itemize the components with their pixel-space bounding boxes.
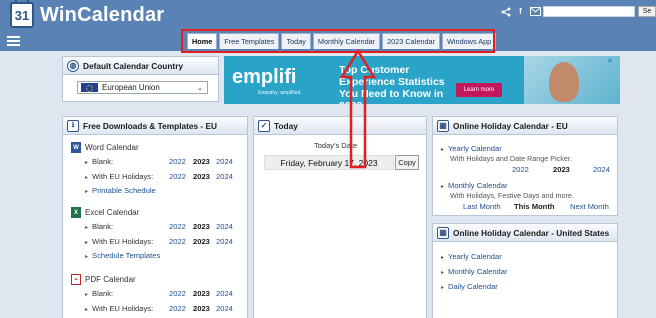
downloads-panel: ⭳ Free Downloads & Templates - EU W Word… — [62, 116, 248, 318]
copy-button[interactable]: Copy — [395, 155, 419, 170]
eu-yearly-2022-link[interactable]: 2022 — [512, 165, 529, 174]
globe-icon: ◍ — [67, 59, 79, 72]
calendar-grid-icon: ▦ — [437, 119, 449, 132]
downloads-panel-title: Free Downloads & Templates - EU — [83, 120, 218, 131]
pdf-blank-2022-link[interactable]: 2022 — [169, 289, 186, 298]
calendar-grid-icon: ▦ — [437, 226, 449, 239]
country-panel-header: ◍ Default Calendar Country — [63, 57, 218, 75]
excel-calendar-link[interactable]: Excel Calendar — [85, 208, 139, 217]
excel-holidays-2024-link[interactable]: 2024 — [216, 237, 233, 246]
eu-yearly-calendar-link[interactable]: Yearly Calendar — [441, 144, 502, 153]
holiday-us-panel-header: ▦ Online Holiday Calendar - United State… — [433, 224, 617, 242]
excel-blank-2024-link[interactable]: 2024 — [216, 222, 233, 231]
share-icon[interactable] — [500, 6, 511, 17]
facebook-icon[interactable]: f — [515, 6, 526, 17]
logo-text: WinCalendar — [40, 3, 165, 26]
word-blank-2024-link[interactable]: 2024 — [216, 157, 233, 166]
pdf-blank-2023-link[interactable]: 2023 — [193, 289, 210, 298]
chevron-down-icon: ⌄ — [197, 84, 203, 92]
eu-yearly-2024-link[interactable]: 2024 — [593, 165, 610, 174]
word-icon: W — [71, 142, 81, 153]
country-panel: ◍ Default Calendar Country European Unio… — [62, 56, 219, 102]
site-logo[interactable]: 31 WinCalendar — [10, 0, 165, 28]
menu-icon[interactable] — [7, 36, 20, 46]
search-button[interactable]: Se — [638, 6, 656, 17]
ad-close-icon[interactable]: ✕ — [605, 57, 615, 67]
word-calendar-link[interactable]: Word Calendar — [85, 143, 139, 152]
ad-tagline: Empathy. amplified. — [258, 90, 302, 96]
checkbox-calendar-icon: ✓ — [258, 119, 270, 132]
pdf-holidays-2024-link[interactable]: 2024 — [216, 304, 233, 313]
excel-calendar-row[interactable]: X Excel Calendar — [71, 207, 139, 218]
excel-blank-2023-link[interactable]: 2023 — [193, 222, 210, 231]
logo-number: 31 — [14, 7, 30, 23]
holiday-eu-panel-header: ▦ Online Holiday Calendar - EU — [433, 117, 617, 135]
downloads-panel-header: ⭳ Free Downloads & Templates - EU — [63, 117, 247, 135]
calendar-logo-icon: 31 — [10, 0, 34, 28]
advertisement-banner[interactable]: emplifi Empathy. amplified. Top Customer… — [224, 56, 620, 104]
search-input[interactable] — [543, 6, 635, 17]
us-yearly-calendar-link[interactable]: Yearly Calendar — [441, 252, 502, 261]
email-icon[interactable] — [530, 6, 541, 17]
excel-holidays-2023-link[interactable]: 2023 — [193, 237, 210, 246]
excel-holidays-label: With EU Holidays: — [85, 237, 153, 246]
excel-blank-label: Blank: — [85, 222, 113, 231]
holiday-us-panel: ▦ Online Holiday Calendar - United State… — [432, 223, 618, 318]
us-monthly-calendar-link[interactable]: Monthly Calendar — [441, 267, 508, 276]
country-select-value: European Union — [102, 83, 160, 92]
schedule-templates-link[interactable]: Schedule Templates — [85, 251, 160, 260]
pdf-blank-2024-link[interactable]: 2024 — [216, 289, 233, 298]
word-holidays-label: With EU Holidays: — [85, 172, 153, 181]
ad-person-image — [549, 62, 579, 102]
download-icon: ⭳ — [67, 119, 79, 132]
word-blank-2023-link[interactable]: 2023 — [193, 157, 210, 166]
eu-this-month-link[interactable]: This Month — [514, 202, 555, 211]
excel-icon: X — [71, 207, 81, 218]
ad-brand: emplifi — [232, 66, 297, 88]
pdf-holidays-2022-link[interactable]: 2022 — [169, 304, 186, 313]
us-daily-calendar-link[interactable]: Daily Calendar — [441, 282, 498, 291]
eu-next-month-link[interactable]: Next Month — [570, 202, 609, 211]
country-panel-title: Default Calendar Country — [83, 60, 184, 71]
social-links: f — [500, 6, 541, 17]
pdf-icon: ⌁ — [71, 274, 81, 285]
eu-yearly-2023-link[interactable]: 2023 — [553, 165, 570, 174]
word-holidays-2022-link[interactable]: 2022 — [169, 172, 186, 181]
today-panel-title: Today — [274, 120, 298, 131]
ad-learn-more-button[interactable]: Learn more — [456, 83, 502, 97]
eu-yearly-description: With Holidays and Date Range Picker. — [450, 154, 572, 163]
pdf-blank-label: Blank: — [85, 289, 113, 298]
word-holidays-2024-link[interactable]: 2024 — [216, 172, 233, 181]
pdf-calendar-link[interactable]: PDF Calendar — [85, 275, 136, 284]
pdf-holidays-2023-link[interactable]: 2023 — [193, 304, 210, 313]
eu-last-month-link[interactable]: Last Month — [463, 202, 501, 211]
holiday-eu-panel: ▦ Online Holiday Calendar - EU Yearly Ca… — [432, 116, 618, 216]
up-arrow-annotation — [339, 49, 377, 169]
word-blank-label: Blank: — [85, 157, 113, 166]
eu-monthly-calendar-link[interactable]: Monthly Calendar — [441, 181, 508, 190]
printable-schedule-link[interactable]: Printable Schedule — [85, 186, 156, 195]
holiday-us-panel-title: Online Holiday Calendar - United States — [453, 227, 610, 238]
pdf-holidays-label: With EU Holidays: — [85, 304, 153, 313]
word-holidays-2023-link[interactable]: 2023 — [193, 172, 210, 181]
word-calendar-row[interactable]: W Word Calendar — [71, 142, 139, 153]
excel-holidays-2022-link[interactable]: 2022 — [169, 237, 186, 246]
word-blank-2022-link[interactable]: 2022 — [169, 157, 186, 166]
eu-flag-icon — [81, 83, 98, 92]
eu-monthly-description: With Holidays, Festive Days and more. — [450, 191, 574, 200]
excel-blank-2022-link[interactable]: 2022 — [169, 222, 186, 231]
pdf-calendar-row[interactable]: ⌁ PDF Calendar — [71, 274, 136, 285]
holiday-eu-panel-title: Online Holiday Calendar - EU — [453, 120, 568, 131]
country-select[interactable]: European Union ⌄ — [77, 81, 208, 94]
